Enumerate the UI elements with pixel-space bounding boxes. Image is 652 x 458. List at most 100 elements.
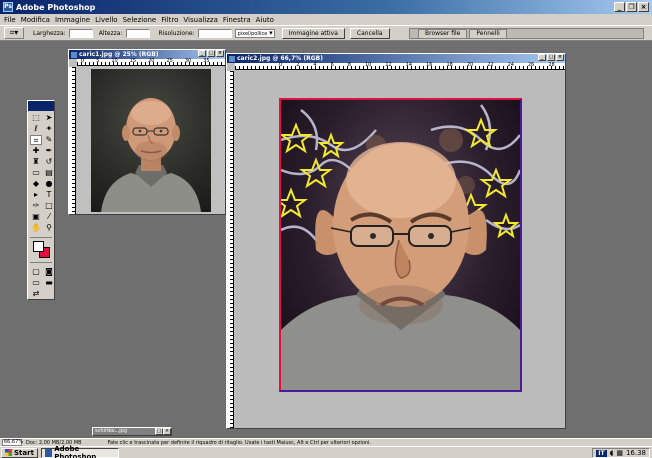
magic-wand-tool-icon[interactable]: ✦ bbox=[43, 124, 55, 134]
menu-selezione[interactable]: Selezione bbox=[123, 16, 157, 24]
foreground-color-swatch[interactable] bbox=[33, 241, 44, 252]
dodge-tool-icon[interactable]: ● bbox=[43, 179, 55, 189]
vertical-ruler[interactable] bbox=[69, 67, 76, 214]
hand-tool-icon[interactable]: ✋ bbox=[30, 223, 42, 233]
window-controls: _ ❐ × bbox=[614, 2, 649, 12]
height-field[interactable] bbox=[125, 28, 150, 38]
quick-mask-mode-icon[interactable]: ◙ bbox=[43, 267, 55, 277]
resolution-label: Risoluzione: bbox=[158, 29, 195, 37]
ruler-label: 20 bbox=[148, 58, 155, 64]
maximize-button[interactable]: ❐ bbox=[626, 2, 637, 12]
doc-close-button[interactable]: × bbox=[556, 54, 564, 61]
ruler-label: 35 bbox=[203, 58, 210, 64]
type-tool-icon[interactable]: T bbox=[43, 190, 55, 200]
clock[interactable]: 16.38 bbox=[626, 449, 646, 457]
resolution-units-select[interactable]: pixel/pollice bbox=[234, 28, 275, 38]
resolution-field[interactable] bbox=[197, 28, 232, 38]
crop-tool-preset-picker[interactable]: ⌗▾ bbox=[4, 27, 24, 39]
marquee-tool-icon[interactable]: ⬚ bbox=[30, 113, 42, 123]
gradient-tool-icon[interactable]: ▤ bbox=[43, 168, 55, 178]
doc-minimize-button[interactable]: _ bbox=[538, 54, 546, 61]
ruler-label: 0 bbox=[279, 62, 283, 68]
ruler-label: 8 bbox=[347, 62, 351, 68]
doc-maximize-button[interactable]: □ bbox=[547, 54, 555, 61]
ruler-label: 5 bbox=[96, 58, 100, 64]
horizontal-ruler-labels: 0 5 10 15 20 25 30 35 bbox=[81, 59, 210, 64]
blur-tool-icon[interactable]: ◆ bbox=[30, 179, 42, 189]
screen-mode-full-icon[interactable]: ▬ bbox=[43, 278, 55, 288]
tab-brushes[interactable]: Pennelli bbox=[469, 29, 507, 38]
eyedropper-tool-icon[interactable]: ⁄ bbox=[43, 212, 55, 222]
minimized-document[interactable]: schiribo...jpg □ × bbox=[92, 427, 172, 436]
zoom-tool-icon[interactable]: ⚲ bbox=[43, 223, 55, 233]
close-button[interactable]: × bbox=[638, 2, 649, 12]
doc-restore-button[interactable]: □ bbox=[155, 428, 163, 435]
toolbox-separator bbox=[30, 237, 52, 238]
doc-close-button[interactable]: × bbox=[163, 428, 171, 435]
brush-tool-icon[interactable]: ✒ bbox=[43, 146, 55, 156]
shape-tool-icon[interactable]: □ bbox=[43, 201, 55, 211]
menu-livello[interactable]: Livello bbox=[95, 16, 117, 24]
ruler-label: 20 bbox=[466, 62, 474, 68]
menu-file[interactable]: File bbox=[4, 16, 16, 24]
notes-tool-icon[interactable]: ▣ bbox=[30, 212, 42, 222]
clear-button[interactable]: Cancella bbox=[349, 27, 390, 39]
start-label: Start bbox=[14, 448, 34, 457]
minimize-button[interactable]: _ bbox=[614, 2, 625, 12]
standard-mode-icon[interactable]: ▢ bbox=[30, 267, 42, 277]
document-icon bbox=[71, 51, 77, 58]
ruler-label: 16 bbox=[426, 62, 433, 68]
doc-maximize-button[interactable]: □ bbox=[207, 50, 215, 57]
network-icon[interactable]: ▦ bbox=[616, 449, 623, 457]
document-window-caric2[interactable]: caric2.jpg @ 66,7% (RGB) _ □ × 0 2 4 6 8… bbox=[226, 53, 566, 429]
healing-brush-tool-icon[interactable]: ✚ bbox=[30, 146, 42, 156]
front-image-button[interactable]: Immagine attiva bbox=[281, 27, 345, 39]
menu-immagine[interactable]: Immagine bbox=[55, 16, 90, 24]
menu-finestra[interactable]: Finestra bbox=[223, 16, 251, 24]
screen-mode-standard-icon[interactable]: ▭ bbox=[30, 278, 42, 288]
history-brush-tool-icon[interactable]: ↺ bbox=[43, 157, 55, 167]
ruler-label: 10 bbox=[364, 62, 372, 68]
move-tool-icon[interactable]: ➤ bbox=[43, 113, 55, 123]
crop-tool-icon[interactable]: ⌗ bbox=[30, 135, 42, 145]
lasso-tool-icon[interactable]: ℓ bbox=[30, 124, 42, 134]
doc-close-button[interactable]: × bbox=[216, 50, 224, 57]
tab-file-browser[interactable]: Browser file bbox=[418, 29, 468, 38]
toolbox-header[interactable] bbox=[28, 101, 54, 111]
caricature-photo[interactable] bbox=[279, 98, 522, 392]
jump-to-imageready-icon[interactable]: ⇄ bbox=[30, 289, 42, 299]
ruler-label: 0 bbox=[81, 58, 85, 64]
document-title-bar[interactable]: caric2.jpg @ 66,7% (RGB) _ □ × bbox=[227, 54, 565, 63]
pen-tool-icon[interactable]: ✑ bbox=[30, 201, 42, 211]
document-title-bar[interactable]: caric1.jpg @ 25% (RGB) _ □ × bbox=[69, 50, 225, 59]
menu-aiuto[interactable]: Aiuto bbox=[256, 16, 274, 24]
portrait-illustration bbox=[101, 98, 201, 212]
toolbox: ⬚ ➤ ℓ ✦ ⌗ ✎ ✚ ✒ ♜ ↺ ▭ ▤ ◆ ● ▸ T ✑ □ ▣ ⁄ … bbox=[27, 100, 55, 300]
document-window-caric1[interactable]: caric1.jpg @ 25% (RGB) _ □ × 0 5 10 15 2… bbox=[68, 49, 226, 215]
task-label: Adobe Photoshop bbox=[54, 444, 97, 458]
menu-modifica[interactable]: Modifica bbox=[21, 16, 50, 24]
ruler-label: 10 bbox=[111, 58, 118, 64]
color-swatches bbox=[31, 240, 54, 260]
menu-visualizza[interactable]: Visualizza bbox=[183, 16, 217, 24]
windows-logo-icon bbox=[5, 449, 12, 456]
window-title: Adobe Photoshop bbox=[16, 2, 96, 12]
speaker-icon[interactable]: ◖ bbox=[610, 449, 614, 457]
document-title: caric2.jpg @ 66,7% (RGB) bbox=[237, 55, 323, 62]
photoshop-window: Ps Adobe Photoshop _ ❐ × File Modifica I… bbox=[0, 0, 652, 458]
ruler-label: 18 bbox=[446, 62, 453, 68]
toolbox-separator bbox=[30, 262, 52, 263]
language-indicator[interactable]: IT bbox=[596, 449, 607, 457]
taskbar-photoshop-button[interactable]: Adobe Photoshop bbox=[40, 444, 119, 458]
clone-stamp-tool-icon[interactable]: ♜ bbox=[30, 157, 42, 167]
menu-filtro[interactable]: Filtro bbox=[161, 16, 178, 24]
doc-minimize-button[interactable]: _ bbox=[198, 50, 206, 57]
slice-tool-icon[interactable]: ✎ bbox=[43, 135, 55, 145]
path-selection-tool-icon[interactable]: ▸ bbox=[30, 190, 42, 200]
height-label: Altezza: bbox=[98, 29, 123, 37]
start-button[interactable]: Start bbox=[1, 447, 38, 458]
zoom-level-field[interactable]: 66,67% bbox=[2, 439, 23, 446]
vertical-ruler[interactable] bbox=[227, 71, 234, 428]
eraser-tool-icon[interactable]: ▭ bbox=[30, 168, 42, 178]
width-field[interactable] bbox=[68, 28, 93, 38]
